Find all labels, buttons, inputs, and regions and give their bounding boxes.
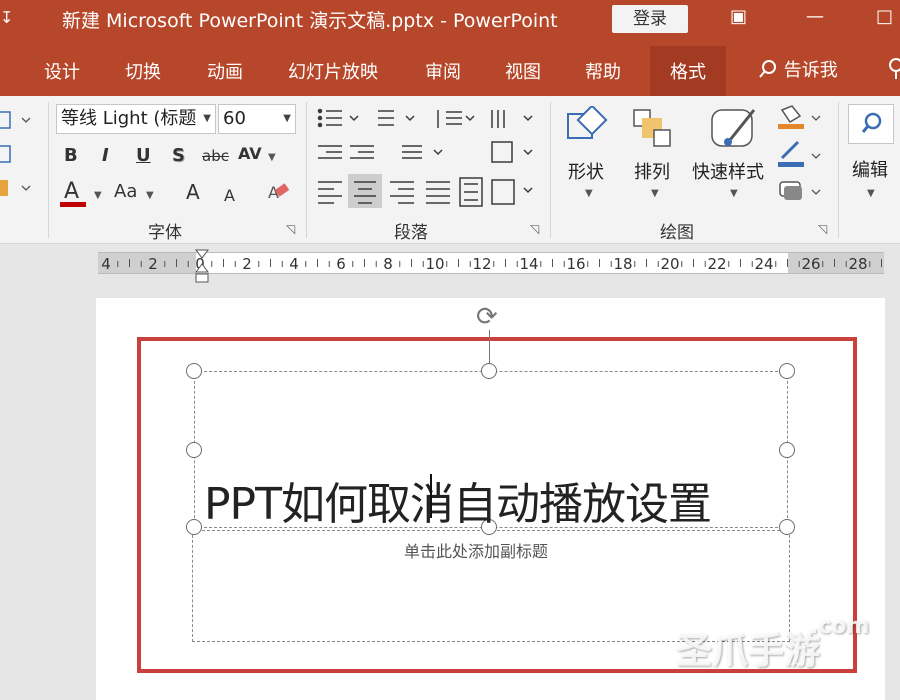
shape-button[interactable]: 形状 (568, 158, 604, 184)
login-button[interactable]: 登录 (612, 5, 688, 33)
italic-button[interactable]: I (102, 144, 109, 168)
chevron-down-icon: ▼ (94, 190, 102, 201)
quick-access-icon[interactable]: ↧ (0, 8, 13, 27)
indent-marker[interactable] (194, 248, 210, 284)
tell-me-label: 告诉我 (783, 60, 838, 81)
ruler-number: 20 (660, 255, 679, 273)
shape-format-buttons[interactable] (776, 104, 828, 208)
chevron-down-icon: ▼ (867, 188, 875, 199)
ruler-number: 26 (801, 255, 820, 273)
ruler-number: 18 (613, 255, 632, 273)
grow-font-button[interactable]: A (186, 180, 200, 204)
ribbon: 等线 Light (标题 ▼ 60 ▼ B I U S abc AV ▼ A ▼… (0, 96, 900, 244)
tab-help[interactable]: 帮助 (585, 58, 621, 84)
quick-styles-icon[interactable] (710, 106, 760, 150)
minimize-button[interactable]: — (806, 6, 824, 27)
char-spacing-button[interactable]: AV (238, 142, 262, 166)
window-title: 新建 Microsoft PowerPoint 演示文稿.pptx - Powe… (62, 10, 558, 32)
ruler-number: 16 (566, 255, 585, 273)
watermark-text: 圣爪手游 (676, 631, 821, 672)
font-size-value: 60 (223, 108, 246, 129)
tab-animations[interactable]: 动画 (207, 58, 243, 84)
ruler-number: 8 (383, 255, 393, 273)
chevron-down-icon: ▼ (146, 190, 154, 201)
resize-handle-left[interactable] (186, 442, 202, 458)
slide-title-text[interactable]: PPT如何取消自动播放设置 (204, 468, 712, 532)
arrange-button[interactable]: 排列 (634, 158, 670, 184)
ribbon-tabs: 设计 切换 动画 幻灯片放映 审阅 视图 帮助 格式 告诉我 (0, 40, 900, 96)
quick-styles-button[interactable]: 快速样式 (692, 158, 764, 184)
ruler-number: 10 (425, 255, 444, 273)
tell-me-search[interactable]: 告诉我 (758, 56, 838, 82)
tab-slideshow[interactable]: 幻灯片放映 (288, 58, 378, 84)
chevron-down-icon: ▼ (651, 188, 659, 199)
font-group-label: 字体 (148, 223, 182, 243)
chevron-down-icon: ▼ (283, 113, 291, 124)
subtitle-placeholder-text[interactable]: 单击此处添加副标题 (404, 538, 548, 562)
ruler-number: 2 (242, 255, 252, 273)
arrange-icon[interactable] (630, 106, 674, 150)
search-icon (759, 60, 776, 78)
shrink-font-button[interactable]: A (224, 184, 235, 208)
tab-transitions[interactable]: 切换 (125, 58, 161, 84)
editing-label[interactable]: 编辑 (852, 156, 888, 182)
tab-view[interactable]: 视图 (505, 58, 541, 84)
rotate-connector (489, 330, 490, 366)
ruler-number: 24 (754, 255, 773, 273)
resize-handle-top[interactable] (481, 363, 497, 379)
clear-formatting-icon[interactable]: A (266, 180, 292, 206)
launcher-icon[interactable]: ◹ (286, 222, 295, 236)
drawing-group-label: 绘图 (660, 223, 694, 243)
strikethrough-button[interactable]: abc (202, 144, 229, 168)
search-icon-right[interactable] (886, 57, 900, 79)
chevron-down-icon: ▼ (203, 113, 211, 124)
chevron-down-icon: ▼ (585, 188, 593, 199)
search-icon (861, 112, 882, 133)
shape-icon[interactable] (564, 106, 608, 150)
shadow-button[interactable]: S (172, 144, 185, 168)
font-name-value: 等线 Light (标题 (61, 108, 197, 129)
rotate-icon[interactable]: ⟳ (476, 302, 498, 332)
ruler-number: 4 (101, 255, 111, 273)
horizontal-ruler[interactable]: 4 2 0 2 4 6 8 10 12 14 16 18 20 22 24 26 28 (98, 252, 884, 274)
tab-review[interactable]: 审阅 (425, 58, 461, 84)
resize-handle-bottom-right[interactable] (779, 519, 795, 535)
ruler-number: 6 (336, 255, 346, 273)
underline-button[interactable]: U (136, 144, 151, 168)
tab-design[interactable]: 设计 (44, 58, 80, 84)
clipboard-icons[interactable] (0, 108, 34, 218)
watermark-logo: 圣爪手游 .com (676, 614, 869, 674)
text-cursor (430, 474, 432, 518)
tab-format[interactable]: 格式 (650, 46, 726, 96)
chevron-down-icon: ▼ (730, 188, 738, 199)
change-case-button[interactable]: Aa (114, 180, 137, 204)
launcher-icon[interactable]: ◹ (818, 222, 827, 236)
ribbon-display-icon[interactable]: ▣ (730, 6, 747, 27)
ruler-number: 4 (289, 255, 299, 273)
resize-handle-top-left[interactable] (186, 363, 202, 379)
bold-button[interactable]: B (64, 144, 78, 168)
ruler-number: 22 (707, 255, 726, 273)
resize-handle-top-right[interactable] (779, 363, 795, 379)
paragraph-group-label: 段落 (394, 223, 428, 243)
paragraph-controls[interactable] (314, 104, 546, 216)
font-size-select[interactable]: 60 ▼ (218, 104, 296, 134)
font-name-select[interactable]: 等线 Light (标题 ▼ (56, 104, 216, 134)
ruler-number: 2 (148, 255, 158, 273)
launcher-icon[interactable]: ◹ (530, 222, 539, 236)
title-bar: ↧ 新建 Microsoft PowerPoint 演示文稿.pptx - Po… (0, 0, 900, 40)
ruler-number: 12 (472, 255, 491, 273)
resize-handle-right[interactable] (779, 442, 795, 458)
ruler-ticks: 4 2 0 2 4 6 8 10 12 14 16 18 20 22 24 26 28 (101, 255, 882, 273)
font-color-swatch (60, 202, 86, 207)
chevron-down-icon: ▼ (268, 152, 276, 163)
watermark-suffix: .com (810, 614, 870, 639)
ruler-number: 14 (519, 255, 538, 273)
editing-button[interactable] (848, 104, 894, 144)
ruler-number: 28 (848, 255, 867, 273)
font-color-button[interactable]: A (64, 180, 79, 204)
resize-handle-bottom-left[interactable] (186, 519, 202, 535)
maximize-button[interactable]: □ (876, 6, 893, 27)
